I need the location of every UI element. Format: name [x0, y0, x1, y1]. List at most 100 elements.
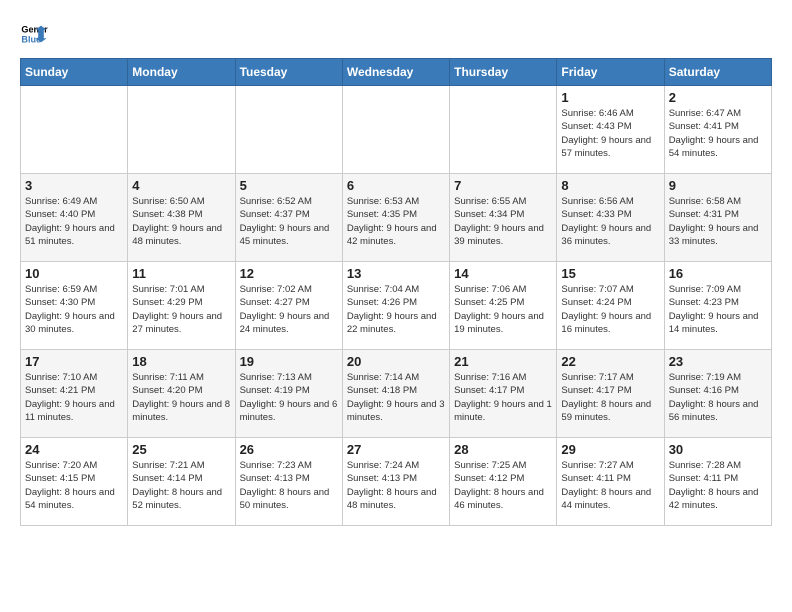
day-number: 23	[669, 354, 767, 369]
day-info: Sunrise: 7:21 AM Sunset: 4:14 PM Dayligh…	[132, 459, 230, 512]
day-info: Sunrise: 7:16 AM Sunset: 4:17 PM Dayligh…	[454, 371, 552, 424]
day-info: Sunrise: 7:09 AM Sunset: 4:23 PM Dayligh…	[669, 283, 767, 336]
day-info: Sunrise: 6:53 AM Sunset: 4:35 PM Dayligh…	[347, 195, 445, 248]
day-info: Sunrise: 7:01 AM Sunset: 4:29 PM Dayligh…	[132, 283, 230, 336]
day-info: Sunrise: 6:46 AM Sunset: 4:43 PM Dayligh…	[561, 107, 659, 160]
calendar-cell: 17Sunrise: 7:10 AM Sunset: 4:21 PM Dayli…	[21, 350, 128, 438]
day-of-week-header: Tuesday	[235, 59, 342, 86]
day-info: Sunrise: 6:59 AM Sunset: 4:30 PM Dayligh…	[25, 283, 123, 336]
day-number: 25	[132, 442, 230, 457]
day-info: Sunrise: 6:47 AM Sunset: 4:41 PM Dayligh…	[669, 107, 767, 160]
day-info: Sunrise: 7:19 AM Sunset: 4:16 PM Dayligh…	[669, 371, 767, 424]
day-number: 8	[561, 178, 659, 193]
calendar-cell: 12 Sunrise: 7:02 AM Sunset: 4:27 PM Dayli…	[235, 262, 342, 350]
calendar-cell: 29 Sunrise: 7:27 AM Sunset: 4:11 PM Dayli…	[557, 438, 664, 526]
day-of-week-header: Sunday	[21, 59, 128, 86]
calendar-cell: 5 Sunrise: 6:52 AM Sunset: 4:37 PM Daylig…	[235, 174, 342, 262]
day-info: Sunrise: 7:28 AM Sunset: 4:11 PM Dayligh…	[669, 459, 767, 512]
calendar-cell: 25 Sunrise: 7:21 AM Sunset: 4:14 PM Dayli…	[128, 438, 235, 526]
day-info: Sunrise: 7:13 AM Sunset: 4:19 PM Dayligh…	[240, 371, 338, 424]
calendar-cell: 3 Sunrise: 6:49 AM Sunset: 4:40 PM Daylig…	[21, 174, 128, 262]
calendar-body: 1 Sunrise: 6:46 AM Sunset: 4:43 PM Daylig…	[21, 86, 772, 526]
logo-icon: General Blue	[20, 20, 48, 48]
day-info: Sunrise: 6:50 AM Sunset: 4:38 PM Dayligh…	[132, 195, 230, 248]
day-number: 24	[25, 442, 123, 457]
day-info: Sunrise: 7:17 AM Sunset: 4:17 PM Dayligh…	[561, 371, 659, 424]
calendar-cell: 27 Sunrise: 7:24 AM Sunset: 4:13 PM Dayli…	[342, 438, 449, 526]
day-info: Sunrise: 6:56 AM Sunset: 4:33 PM Dayligh…	[561, 195, 659, 248]
day-info: Sunrise: 7:07 AM Sunset: 4:24 PM Dayligh…	[561, 283, 659, 336]
calendar-cell	[21, 86, 128, 174]
day-info: Sunrise: 7:25 AM Sunset: 4:12 PM Dayligh…	[454, 459, 552, 512]
day-number: 10	[25, 266, 123, 281]
day-number: 16	[669, 266, 767, 281]
day-info: Sunrise: 7:11 AM Sunset: 4:20 PM Dayligh…	[132, 371, 230, 424]
day-number: 30	[669, 442, 767, 457]
calendar-cell: 23 Sunrise: 7:19 AM Sunset: 4:16 PM Dayli…	[664, 350, 771, 438]
calendar-cell: 14 Sunrise: 7:06 AM Sunset: 4:25 PM Dayli…	[450, 262, 557, 350]
calendar-cell: 18 Sunrise: 7:11 AM Sunset: 4:20 PM Dayli…	[128, 350, 235, 438]
calendar-cell: 28 Sunrise: 7:25 AM Sunset: 4:12 PM Dayli…	[450, 438, 557, 526]
day-number: 4	[132, 178, 230, 193]
day-number: 1	[561, 90, 659, 105]
day-number: 12	[240, 266, 338, 281]
day-number: 14	[454, 266, 552, 281]
day-number: 7	[454, 178, 552, 193]
calendar-week-row: 17Sunrise: 7:10 AM Sunset: 4:21 PM Dayli…	[21, 350, 772, 438]
day-of-week-header: Monday	[128, 59, 235, 86]
calendar-cell	[235, 86, 342, 174]
day-number: 19	[240, 354, 338, 369]
calendar-cell: 6 Sunrise: 6:53 AM Sunset: 4:35 PM Daylig…	[342, 174, 449, 262]
day-info: Sunrise: 7:10 AM Sunset: 4:21 PM Dayligh…	[25, 371, 123, 424]
day-number: 29	[561, 442, 659, 457]
calendar-cell: 16 Sunrise: 7:09 AM Sunset: 4:23 PM Dayli…	[664, 262, 771, 350]
day-info: Sunrise: 7:23 AM Sunset: 4:13 PM Dayligh…	[240, 459, 338, 512]
day-number: 13	[347, 266, 445, 281]
calendar-cell: 20Sunrise: 7:14 AM Sunset: 4:18 PM Dayli…	[342, 350, 449, 438]
day-number: 6	[347, 178, 445, 193]
day-number: 18	[132, 354, 230, 369]
day-number: 2	[669, 90, 767, 105]
day-info: Sunrise: 7:20 AM Sunset: 4:15 PM Dayligh…	[25, 459, 123, 512]
day-of-week-header: Thursday	[450, 59, 557, 86]
calendar-cell: 22Sunrise: 7:17 AM Sunset: 4:17 PM Dayli…	[557, 350, 664, 438]
day-info: Sunrise: 7:04 AM Sunset: 4:26 PM Dayligh…	[347, 283, 445, 336]
day-number: 27	[347, 442, 445, 457]
calendar-week-row: 1 Sunrise: 6:46 AM Sunset: 4:43 PM Daylig…	[21, 86, 772, 174]
day-info: Sunrise: 6:49 AM Sunset: 4:40 PM Dayligh…	[25, 195, 123, 248]
day-of-week-header: Friday	[557, 59, 664, 86]
day-number: 9	[669, 178, 767, 193]
calendar-cell	[342, 86, 449, 174]
day-info: Sunrise: 7:24 AM Sunset: 4:13 PM Dayligh…	[347, 459, 445, 512]
day-info: Sunrise: 6:58 AM Sunset: 4:31 PM Dayligh…	[669, 195, 767, 248]
logo: General Blue	[20, 20, 48, 48]
calendar-cell: 1 Sunrise: 6:46 AM Sunset: 4:43 PM Daylig…	[557, 86, 664, 174]
day-number: 15	[561, 266, 659, 281]
calendar-cell: 26 Sunrise: 7:23 AM Sunset: 4:13 PM Dayli…	[235, 438, 342, 526]
day-info: Sunrise: 7:06 AM Sunset: 4:25 PM Dayligh…	[454, 283, 552, 336]
day-of-week-header: Saturday	[664, 59, 771, 86]
calendar-cell: 19 Sunrise: 7:13 AM Sunset: 4:19 PM Dayli…	[235, 350, 342, 438]
calendar-cell: 10 Sunrise: 6:59 AM Sunset: 4:30 PM Dayli…	[21, 262, 128, 350]
calendar-cell: 21 Sunrise: 7:16 AM Sunset: 4:17 PM Dayli…	[450, 350, 557, 438]
day-info: Sunrise: 6:55 AM Sunset: 4:34 PM Dayligh…	[454, 195, 552, 248]
day-number: 21	[454, 354, 552, 369]
day-number: 28	[454, 442, 552, 457]
day-number: 26	[240, 442, 338, 457]
calendar-table: SundayMondayTuesdayWednesdayThursdayFrid…	[20, 58, 772, 526]
day-info: Sunrise: 7:27 AM Sunset: 4:11 PM Dayligh…	[561, 459, 659, 512]
calendar-cell: 13 Sunrise: 7:04 AM Sunset: 4:26 PM Dayli…	[342, 262, 449, 350]
day-number: 3	[25, 178, 123, 193]
calendar-cell	[128, 86, 235, 174]
day-info: Sunrise: 7:14 AM Sunset: 4:18 PM Dayligh…	[347, 371, 445, 424]
calendar-header-row: SundayMondayTuesdayWednesdayThursdayFrid…	[21, 59, 772, 86]
page-header: General Blue	[20, 20, 772, 48]
calendar-week-row: 3 Sunrise: 6:49 AM Sunset: 4:40 PM Daylig…	[21, 174, 772, 262]
calendar-cell: 24 Sunrise: 7:20 AM Sunset: 4:15 PM Dayli…	[21, 438, 128, 526]
calendar-cell: 2 Sunrise: 6:47 AM Sunset: 4:41 PM Daylig…	[664, 86, 771, 174]
day-number: 5	[240, 178, 338, 193]
day-info: Sunrise: 6:52 AM Sunset: 4:37 PM Dayligh…	[240, 195, 338, 248]
day-info: Sunrise: 7:02 AM Sunset: 4:27 PM Dayligh…	[240, 283, 338, 336]
calendar-cell: 15 Sunrise: 7:07 AM Sunset: 4:24 PM Dayli…	[557, 262, 664, 350]
calendar-cell: 8 Sunrise: 6:56 AM Sunset: 4:33 PM Daylig…	[557, 174, 664, 262]
